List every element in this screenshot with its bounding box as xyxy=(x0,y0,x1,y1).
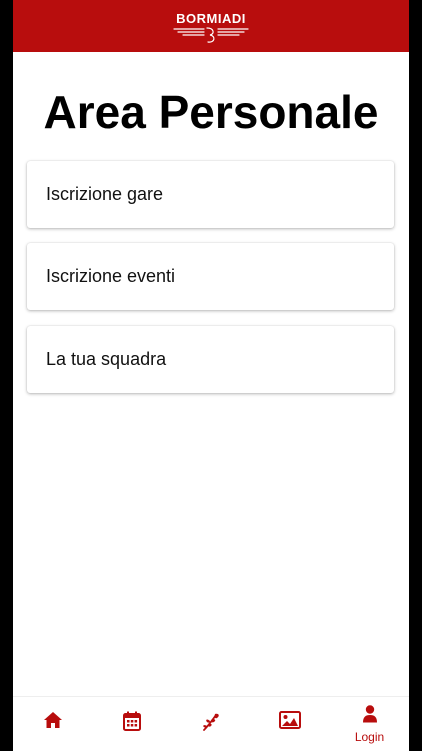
app-screen: BORMIADI Area Personale Iscrizione gare … xyxy=(0,0,422,751)
page-title: Area Personale xyxy=(43,86,379,138)
app-header: BORMIADI xyxy=(13,0,409,52)
plant-icon xyxy=(202,713,219,731)
tab-login[interactable]: Login xyxy=(330,697,409,751)
bottom-tab-bar: Login xyxy=(13,696,409,751)
logo-text: BORMIADI xyxy=(176,11,246,26)
menu-card-iscrizione-gare[interactable]: Iscrizione gare xyxy=(27,161,394,228)
tab-login-label: Login xyxy=(354,730,385,744)
home-icon xyxy=(43,712,62,728)
user-icon xyxy=(362,705,377,723)
tab-gallery[interactable] xyxy=(250,697,329,751)
menu-card-label: La tua squadra xyxy=(46,349,167,369)
menu-card-la-tua-squadra[interactable]: La tua squadra xyxy=(27,326,394,393)
image-icon xyxy=(278,711,301,729)
menu-card-label: Iscrizione gare xyxy=(46,184,164,204)
tab-plant[interactable] xyxy=(171,697,250,751)
menu-card-iscrizione-eventi[interactable]: Iscrizione eventi xyxy=(27,243,394,310)
menu-card-label: Iscrizione eventi xyxy=(46,266,176,286)
logo-wings-icon xyxy=(173,27,249,43)
tab-calendar[interactable] xyxy=(92,697,171,751)
calendar-icon xyxy=(122,711,141,731)
tab-home[interactable] xyxy=(13,697,92,751)
bormiadi-logo: BORMIADI xyxy=(166,4,256,48)
main-content: Area Personale Iscrizione gare Iscrizion… xyxy=(13,52,409,696)
